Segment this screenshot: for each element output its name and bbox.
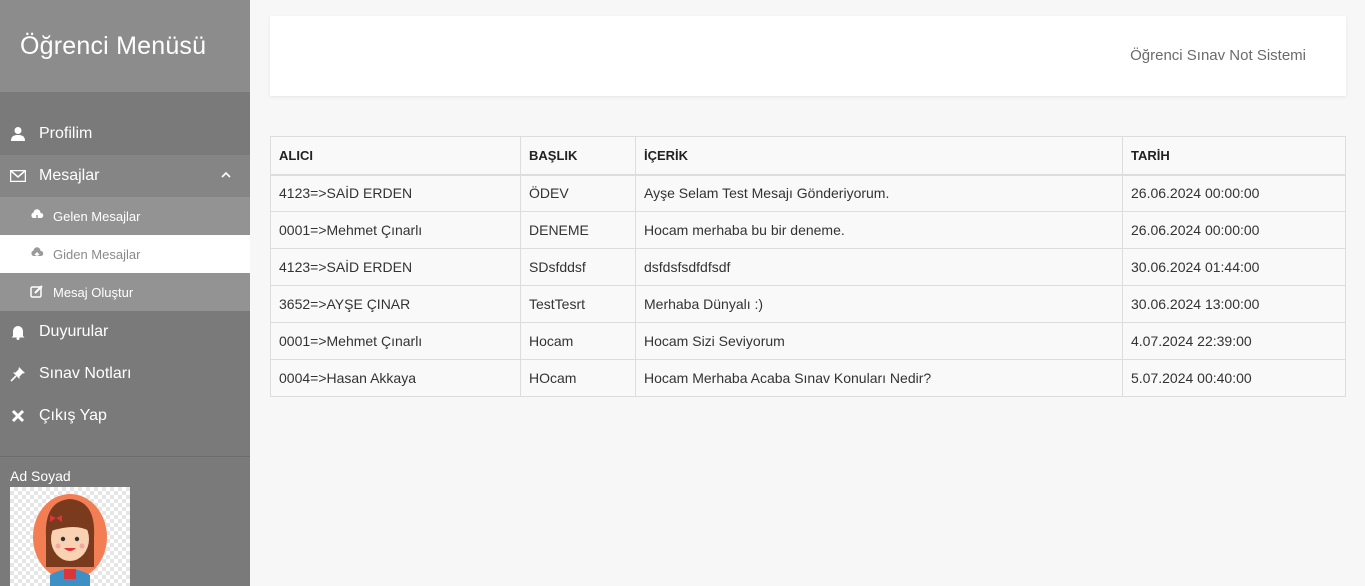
sidebar-item-label: Giden Mesajlar [53, 246, 141, 262]
cell-content: Hocam Merhaba Acaba Sınav Konuları Nedir… [635, 359, 1123, 397]
sidebar-item-mesaj-olustur[interactable]: Mesaj Oluştur [0, 273, 250, 311]
cell-subject: Hocam [520, 322, 636, 360]
cell-recipient: 4123=>SAİD ERDEN [270, 174, 521, 212]
sidebar: Öğrenci Menüsü Profilim Mesajlar Gelen M… [0, 0, 250, 586]
sidebar-item-label: Mesajlar [39, 167, 100, 184]
bell-icon [10, 324, 26, 340]
sidebar-item-sinav-notlari[interactable]: Sınav Notları [0, 353, 250, 395]
table-row: 4123=>SAİD ERDEN SDsfddsf dsfdsfsdfdfsdf… [270, 248, 1346, 286]
cell-recipient: 4123=>SAİD ERDEN [270, 248, 521, 286]
close-icon [10, 408, 26, 424]
cell-date: 26.06.2024 00:00:00 [1122, 174, 1346, 212]
sidebar-item-label: Sınav Notları [39, 365, 132, 382]
cell-recipient: 0004=>Hasan Akkaya [270, 359, 521, 397]
top-bar: Öğrenci Sınav Not Sistemi [270, 16, 1346, 96]
cloud-download-icon [30, 209, 44, 223]
sidebar-item-cikis-yap[interactable]: Çıkış Yap [0, 395, 250, 437]
sidebar-divider [0, 456, 250, 457]
cell-date: 30.06.2024 01:44:00 [1122, 248, 1346, 286]
sidebar-item-label: Gelen Mesajlar [53, 208, 141, 224]
profile-name: Ad Soyad [10, 468, 71, 484]
table-row: 0001=>Mehmet Çınarlı Hocam Hocam Sizi Se… [270, 322, 1346, 360]
outgoing-messages-table: ALICI BAŞLIK İÇERİK TARİH 4123=>SAİD ERD… [270, 136, 1346, 397]
table-row: 4123=>SAİD ERDEN ÖDEV Ayşe Selam Test Me… [270, 174, 1346, 212]
cell-subject: SDsfddsf [520, 248, 636, 286]
table-header-row: ALICI BAŞLIK İÇERİK TARİH [270, 136, 1346, 176]
sidebar-menu: Profilim Mesajlar Gelen Mesajlar Giden M… [0, 113, 250, 437]
messages-submenu: Gelen Mesajlar Giden Mesajlar Mesaj Oluş… [0, 197, 250, 311]
cell-recipient: 0001=>Mehmet Çınarlı [270, 322, 521, 360]
cell-recipient: 3652=>AYŞE ÇINAR [270, 285, 521, 323]
cell-content: Merhaba Dünyalı :) [635, 285, 1123, 323]
cell-subject: ÖDEV [520, 174, 636, 212]
sidebar-item-giden-mesajlar[interactable]: Giden Mesajlar [0, 235, 250, 273]
sidebar-item-label: Duyurular [39, 323, 109, 340]
sidebar-item-gelen-mesajlar[interactable]: Gelen Mesajlar [0, 197, 250, 235]
column-header-baslik: BAŞLIK [520, 136, 636, 176]
sidebar-title: Öğrenci Menüsü [20, 31, 207, 60]
cell-date: 30.06.2024 13:00:00 [1122, 285, 1346, 323]
table-row: 3652=>AYŞE ÇINAR TestTesrt Merhaba Dünya… [270, 285, 1346, 323]
sidebar-item-label: Profilim [39, 125, 93, 142]
sidebar-item-label: Mesaj Oluştur [53, 284, 134, 300]
cell-date: 5.07.2024 00:40:00 [1122, 359, 1346, 397]
avatar [10, 487, 130, 586]
column-header-alici: ALICI [270, 136, 521, 176]
column-header-icerik: İÇERİK [635, 136, 1123, 176]
cell-subject: HOcam [520, 359, 636, 397]
sidebar-item-duyurular[interactable]: Duyurular [0, 311, 250, 353]
cell-subject: TestTesrt [520, 285, 636, 323]
sidebar-item-label: Çıkış Yap [39, 407, 107, 424]
cell-date: 26.06.2024 00:00:00 [1122, 211, 1346, 249]
page-title: Öğrenci Sınav Not Sistemi [1130, 47, 1306, 64]
user-icon [10, 126, 26, 142]
pushpin-icon [10, 366, 26, 382]
table-row: 0004=>Hasan Akkaya HOcam Hocam Merhaba A… [270, 359, 1346, 397]
sidebar-item-mesajlar[interactable]: Mesajlar [0, 155, 250, 197]
cell-content: dsfdsfsdfdfsdf [635, 248, 1123, 286]
cell-content: Ayşe Selam Test Mesajı Gönderiyorum. [635, 174, 1123, 212]
cell-content: Hocam Sizi Seviyorum [635, 322, 1123, 360]
cell-date: 4.07.2024 22:39:00 [1122, 322, 1346, 360]
sidebar-header: Öğrenci Menüsü [0, 0, 250, 92]
cloud-upload-icon [30, 247, 44, 261]
sidebar-item-profilim[interactable]: Profilim [0, 113, 250, 155]
cell-content: Hocam merhaba bu bir deneme. [635, 211, 1123, 249]
edit-icon [30, 285, 44, 299]
chevron-up-icon[interactable] [220, 168, 232, 180]
cell-subject: DENEME [520, 211, 636, 249]
envelope-icon [10, 168, 26, 184]
column-header-tarih: TARİH [1122, 136, 1346, 176]
table-row: 0001=>Mehmet Çınarlı DENEME Hocam merhab… [270, 211, 1346, 249]
cell-recipient: 0001=>Mehmet Çınarlı [270, 211, 521, 249]
